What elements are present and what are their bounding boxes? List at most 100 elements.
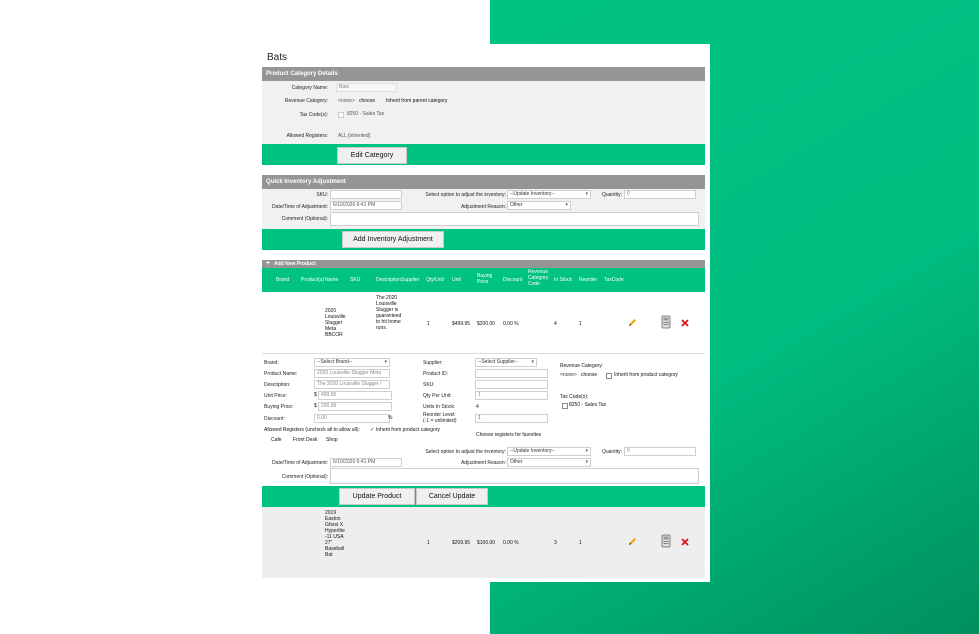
qi-reason-label: Adjustment Reason: bbox=[460, 204, 506, 210]
row-qty: 1 bbox=[427, 321, 430, 327]
discount-input[interactable]: 0.00 bbox=[314, 414, 390, 423]
row-discount: 0.00 % bbox=[503, 321, 519, 327]
delete-x-icon[interactable] bbox=[681, 538, 689, 546]
edit-option-select[interactable]: --Update Inventory-- bbox=[507, 447, 591, 456]
unit-price-input[interactable]: 499.95 bbox=[318, 391, 392, 400]
units-in-stock-value: 4 bbox=[476, 404, 479, 410]
inherit-parent-label: Inherit from parent category bbox=[386, 98, 448, 104]
units-in-stock-label: Units In Stock: bbox=[423, 404, 456, 410]
col-revenue-category: Revenue Category Code bbox=[528, 269, 549, 287]
edit-tax-value: 8250 - Sales Tax bbox=[569, 402, 607, 408]
qi-sku-input[interactable] bbox=[330, 190, 402, 199]
row-in-stock: 3 bbox=[554, 540, 557, 546]
edit-reason-select[interactable]: Other bbox=[507, 458, 591, 467]
col-reorder: Reorder bbox=[579, 277, 598, 283]
choose-registers-link[interactable]: Choose registers for favorites bbox=[476, 432, 541, 438]
row-buying-price: $200.00 bbox=[477, 321, 496, 327]
description-input[interactable]: The 2020 Louisville Slugger i bbox=[314, 380, 390, 389]
edit-comment-textarea[interactable] bbox=[330, 468, 699, 484]
brand-select[interactable]: --Select Brand-- bbox=[314, 358, 390, 367]
row-product-description: The 2020 Louisville Slugger is guarantee… bbox=[376, 295, 402, 331]
qi-sku-label: SKU: bbox=[316, 192, 328, 198]
edit-category-button[interactable]: Edit Category bbox=[337, 147, 407, 164]
row-reorder: 1 bbox=[579, 321, 582, 327]
edit-datetime-input[interactable]: 6/10/2020 6:41 PM bbox=[330, 458, 402, 467]
sku-label: SKU: bbox=[423, 382, 435, 388]
category-name-label: Category Name: bbox=[291, 85, 328, 91]
inherit-product-category-label: Inherit from product category bbox=[614, 372, 678, 378]
add-inventory-adjustment-button[interactable]: Add Inventory Adjustment bbox=[342, 231, 444, 248]
brand-label: Brand: bbox=[264, 360, 279, 366]
edit-tax-checkbox[interactable] bbox=[562, 403, 568, 409]
reorder-level-input[interactable]: 1 bbox=[475, 414, 548, 423]
row-qty: 1 bbox=[427, 540, 430, 546]
row-in-stock: 4 bbox=[554, 321, 557, 327]
edit-quantity-input[interactable]: 0 bbox=[624, 447, 696, 456]
register-shop[interactable]: Shop bbox=[326, 437, 338, 443]
qi-reason-select[interactable]: Other bbox=[507, 201, 571, 210]
edit-tax-label: Tax Code(s): bbox=[560, 394, 589, 400]
col-sku: SKU bbox=[350, 277, 361, 283]
edit-revenue-value: <none> bbox=[560, 372, 577, 378]
row-product-name: 2020 Louisville Slugger Meta BBCOR bbox=[325, 308, 346, 338]
edit-pencil-icon[interactable] bbox=[628, 318, 637, 327]
tax-code-checkbox[interactable] bbox=[338, 112, 344, 118]
inherit-product-category-checkbox[interactable] bbox=[606, 373, 612, 379]
product-id-input[interactable] bbox=[475, 369, 548, 378]
qty-per-unit-input[interactable]: 1 bbox=[475, 391, 548, 400]
tax-code-label: Tax Code(s): bbox=[299, 112, 328, 118]
supplier-label: Supplier: bbox=[423, 360, 443, 366]
revenue-category-label: Revenue Category: bbox=[284, 98, 328, 104]
register-front-desk[interactable]: Front Desk bbox=[293, 437, 317, 443]
col-name: Name bbox=[325, 277, 339, 283]
register-cafe[interactable]: Cafe bbox=[271, 437, 282, 443]
col-description: Description bbox=[376, 277, 401, 283]
update-product-button[interactable]: Update Product bbox=[339, 488, 415, 505]
category-name-field[interactable]: Bats bbox=[336, 83, 397, 92]
register-inherit-label: Inherit from product category bbox=[376, 427, 440, 433]
buying-price-label: Buying Price: bbox=[264, 404, 294, 410]
col-in-stock: In Stock bbox=[554, 277, 573, 283]
col-supplier: Supplier bbox=[401, 277, 420, 283]
product-name-label: Product Name: bbox=[264, 371, 298, 377]
add-new-product-link[interactable]: Add New Product bbox=[274, 261, 316, 267]
allowed-registers-label: Allowed Registers: bbox=[286, 133, 328, 139]
inventory-terminal-icon[interactable] bbox=[661, 534, 671, 548]
qi-comment-textarea[interactable] bbox=[330, 212, 699, 226]
delete-x-icon[interactable] bbox=[681, 319, 689, 327]
row-buying-price: $100.00 bbox=[477, 540, 496, 546]
supplier-select[interactable]: --Select Supplier-- bbox=[475, 358, 537, 367]
row-unit-price: $209.95 bbox=[452, 540, 471, 546]
edit-quantity-label: Quantity: bbox=[601, 449, 622, 455]
qi-quantity-input[interactable]: 0 bbox=[624, 190, 696, 199]
buying-price-input[interactable]: 200.00 bbox=[318, 402, 392, 411]
edit-pencil-icon[interactable] bbox=[628, 537, 637, 546]
allowed-registers-value: ALL [inherited] bbox=[338, 133, 371, 139]
edit-datetime-label: Date/Time of Adjustment: bbox=[272, 460, 328, 466]
edit-choose-revenue-link[interactable]: choose bbox=[581, 372, 597, 378]
edit-comment-label: Comment (Optional): bbox=[281, 474, 328, 480]
inventory-terminal-icon[interactable] bbox=[661, 315, 671, 329]
tax-code-value: 8250 - Sales Tax bbox=[347, 111, 385, 117]
row-unit-price: $499.95 bbox=[452, 321, 471, 327]
qi-option-select[interactable]: --Update Inventory-- bbox=[507, 190, 591, 199]
cancel-update-button[interactable]: Cancel Update bbox=[416, 488, 488, 505]
category-details-header-text: Product Category Details bbox=[266, 71, 338, 77]
col-taxcode: TaxCode bbox=[604, 277, 624, 283]
quick-inventory-header-text: Quick Inventory Adjustment bbox=[266, 179, 346, 185]
buying-price-currency: $ bbox=[314, 403, 317, 409]
choose-revenue-link[interactable]: choose bbox=[359, 98, 375, 104]
row-product-name: 2019 Easton Ghost X Hyperlite -11 USA 27… bbox=[325, 510, 345, 558]
add-new-product-bar[interactable]: + Add New Product bbox=[262, 260, 705, 268]
unit-price-label: Unit Price: bbox=[264, 393, 288, 399]
edit-reason-label: Adjustment Reason: bbox=[460, 460, 506, 466]
category-details-panel bbox=[262, 81, 705, 144]
plus-icon: + bbox=[266, 260, 271, 267]
category-card: Bats Product Category Details Category N… bbox=[262, 44, 710, 582]
sku-input[interactable] bbox=[475, 380, 548, 389]
qi-quantity-label: Quantity: bbox=[601, 192, 622, 198]
product-name-input[interactable]: 2020 Louisville Slugger Meta bbox=[314, 369, 390, 378]
page-title: Bats bbox=[267, 52, 288, 63]
register-inherit-check[interactable]: ✓ bbox=[370, 427, 374, 433]
qi-datetime-input[interactable]: 6/10/2020 6:41 PM bbox=[330, 201, 402, 210]
